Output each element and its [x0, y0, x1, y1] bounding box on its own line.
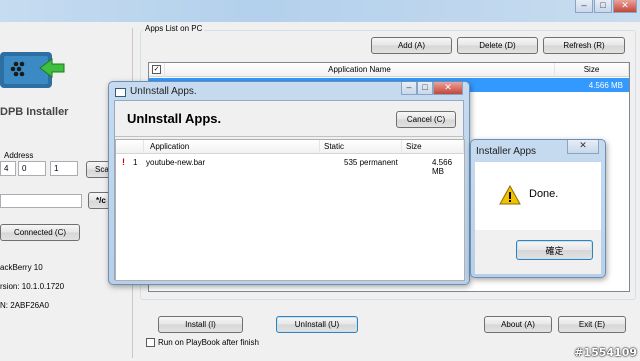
- run-after-label: Run on PlayBook after finish: [158, 338, 259, 347]
- select-all-column[interactable]: ✓: [149, 63, 165, 77]
- install-button[interactable]: Install (I): [158, 316, 243, 333]
- column-header-static[interactable]: Static: [320, 140, 402, 154]
- installer-dialog-client: Done. 確定: [475, 162, 601, 274]
- watermark-text: #1554109: [574, 346, 637, 359]
- password-field[interactable]: [0, 194, 82, 208]
- cancel-button[interactable]: Cancel (C): [396, 111, 456, 128]
- uninstall-button[interactable]: UnInstall (U): [276, 316, 358, 333]
- close-dialog-button[interactable]: ✕: [567, 140, 599, 154]
- device-version-text: rsion: 10.1.0.1720: [0, 282, 65, 291]
- window-icon: [115, 88, 126, 97]
- uninstall-dialog: UnInstall Apps. – □ ✕ UnInstall Apps. Ca…: [108, 81, 470, 285]
- about-button[interactable]: About (A): [484, 316, 552, 333]
- add-button[interactable]: Add (A): [371, 37, 452, 54]
- column-header-application-name[interactable]: Application Name: [165, 63, 555, 77]
- exit-button[interactable]: Exit (E): [558, 316, 626, 333]
- table-row[interactable]: ! 1 youtube-new.bar 535 permanent 4.566 …: [116, 157, 464, 176]
- column-header-size[interactable]: Size: [555, 63, 629, 77]
- app-title: DPB Installer: [0, 106, 69, 118]
- ip-octet-field[interactable]: 0: [18, 161, 46, 176]
- uninstall-list[interactable]: Application Static Size ! 1 youtube-new.…: [115, 139, 465, 281]
- row-index-cell: 1: [133, 158, 138, 167]
- delete-button[interactable]: Delete (D): [457, 37, 538, 54]
- exclamation-icon: !: [122, 157, 125, 167]
- maximize-button[interactable]: □: [417, 82, 433, 95]
- close-dialog-button[interactable]: ✕: [433, 82, 463, 95]
- column-header-index[interactable]: [116, 140, 144, 154]
- device-model-text: ackBerry 10: [0, 263, 43, 272]
- divider: [115, 136, 465, 137]
- installer-apps-dialog: Installer Apps ✕ Done. 確定: [470, 139, 606, 278]
- uninstall-dialog-heading: UnInstall Apps.: [127, 111, 222, 126]
- ip-octet-field[interactable]: 1: [50, 161, 78, 176]
- column-header-application[interactable]: Application: [144, 140, 320, 154]
- ip-octet-field[interactable]: 4: [0, 161, 16, 176]
- select-all-checkbox[interactable]: ✓: [152, 65, 161, 74]
- minimize-button[interactable]: –: [401, 82, 417, 95]
- address-label: Address: [4, 151, 34, 160]
- done-message: Done.: [529, 188, 559, 200]
- row-static-cell: 535 permanent: [344, 158, 398, 167]
- row-application-cell: youtube-new.bar: [146, 158, 206, 167]
- close-window-button[interactable]: ✕: [613, 0, 637, 13]
- refresh-button[interactable]: Refresh (R): [543, 37, 625, 54]
- connected-button[interactable]: Connected (C): [0, 224, 80, 241]
- maximize-button[interactable]: □: [594, 0, 612, 13]
- installer-dialog-title: Installer Apps: [476, 146, 537, 157]
- app-logo: [0, 48, 66, 94]
- uninstall-dialog-title: UnInstall Apps.: [130, 86, 197, 97]
- warning-icon: [499, 184, 521, 207]
- run-after-checkbox[interactable]: [146, 338, 155, 347]
- apps-group-label: Apps List on PC: [143, 24, 205, 33]
- ok-button[interactable]: 確定: [516, 240, 593, 260]
- column-header-size[interactable]: Size: [402, 140, 464, 154]
- main-title-bar: [0, 0, 640, 22]
- minimize-button[interactable]: –: [575, 0, 593, 13]
- row-size-cell: 4.566 MB: [432, 158, 453, 176]
- row-size-cell: 4.566 MB: [588, 81, 623, 90]
- uninstall-dialog-client: UnInstall Apps. Cancel (C) Application S…: [114, 100, 465, 281]
- device-pin-text: N: 2ABF26A0: [0, 301, 49, 310]
